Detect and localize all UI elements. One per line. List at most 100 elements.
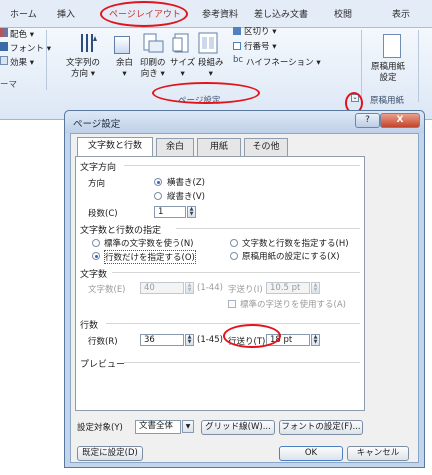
hyphenation-button[interactable]: ハイフネーション ▾ <box>246 56 321 68</box>
chars-and-lines-label: 文字数と行数を指定する(H) <box>242 239 349 249</box>
dialog-body: 文字数と行数 余白 用紙 その他 文字方向 方向 横書き(Z) 縦書き(V) 段… <box>70 133 419 463</box>
breaks-button[interactable]: 区切り ▾ <box>244 25 276 37</box>
line-pitch-highlight <box>223 324 281 348</box>
effects-icon <box>0 56 8 65</box>
char-count-input[interactable]: 40 <box>140 282 184 294</box>
columns-label: 段数(C) <box>88 209 118 219</box>
manuscript-settings-button[interactable]: 原稿用紙 設定 <box>371 62 405 84</box>
manuscript-icon <box>383 34 401 58</box>
line-count-spinner[interactable]: ▲ ▼ <box>185 334 194 346</box>
grid-lines-button[interactable]: グリッド線(W)... <box>201 420 275 435</box>
tab-chars-and-lines[interactable]: 文字数と行数 <box>77 137 153 156</box>
dialog-title-bar[interactable]: ページ設定 ? X <box>65 111 424 133</box>
help-button[interactable]: ? <box>355 113 380 128</box>
manuscript-label: 原稿用紙の設定にする(X) <box>242 252 340 262</box>
group-separator <box>418 30 419 102</box>
standard-pitch-checkbox[interactable] <box>228 300 236 308</box>
orientation-icon <box>142 32 164 54</box>
chars-and-lines-radio[interactable] <box>230 239 238 247</box>
horizontal-radio[interactable] <box>154 178 162 186</box>
apply-to-label: 設定対象(Y) <box>77 423 123 433</box>
standard-pitch-label: 標準の字送りを使用する(A) <box>240 300 346 310</box>
tab-other[interactable]: その他 <box>244 138 288 156</box>
ribbon-tab-bar: ホーム 挿入 ページレイアウト 参考資料 差し込み文書 校閲 表示 <box>0 0 432 28</box>
divider <box>124 165 360 166</box>
chars-group-label: 文字数 <box>80 270 108 280</box>
tab-insert[interactable]: 挿入 <box>57 7 75 20</box>
orientation-button[interactable]: 印刷の 向き ▾ <box>140 58 166 80</box>
char-pitch-label: 字送り(I) <box>228 285 263 295</box>
apply-to-dropdown-icon[interactable]: ▼ <box>182 420 194 433</box>
lines-only-radio[interactable] <box>92 252 100 260</box>
preview-area <box>86 371 362 405</box>
char-count-range: (1-44) <box>197 283 223 293</box>
group-separator <box>46 30 47 90</box>
apply-to-select[interactable]: 文書全体 <box>135 420 181 434</box>
horizontal-label: 横書き(Z) <box>167 178 205 188</box>
breaks-icon <box>233 27 241 35</box>
font-settings-button[interactable]: フォントの設定(F)... <box>279 420 363 435</box>
char-count-label: 文字数(E) <box>88 285 126 295</box>
line-numbers-button[interactable]: 行番号 ▾ <box>244 40 276 52</box>
line-count-range: (1-45) <box>197 335 223 345</box>
manuscript-group-label: 原稿用紙 <box>370 96 405 106</box>
vertical-radio[interactable] <box>154 192 162 200</box>
char-count-spinner[interactable]: ▲ ▼ <box>185 282 194 294</box>
text-direction-group-label: 文字方向 <box>80 163 117 173</box>
char-line-spec-group-label: 文字数と行数の指定 <box>80 226 162 236</box>
cancel-button[interactable]: キャンセル <box>347 446 409 461</box>
fonts-icon <box>0 42 8 51</box>
divider <box>176 228 360 229</box>
columns-button[interactable]: 段組み ▾ <box>198 58 224 80</box>
divider <box>106 323 360 324</box>
line-count-label: 行数(R) <box>88 337 118 347</box>
columns-spinner[interactable]: ▲ ▼ <box>187 206 196 218</box>
tab-home[interactable]: ホーム <box>10 7 37 20</box>
direction-label: 方向 <box>88 179 106 189</box>
page-setup-dialog: ページ設定 ? X 文字数と行数 余白 用紙 その他 文字方向 方向 横書き(Z… <box>64 110 425 468</box>
lines-only-label: 行数だけを指定する(O) <box>104 250 196 264</box>
fonts-button[interactable]: フォント ▾ <box>10 42 51 54</box>
margins-icon <box>114 36 130 54</box>
char-pitch-spinner[interactable]: ▲ ▼ <box>311 282 320 294</box>
colors-button[interactable]: 配色 ▾ <box>10 28 34 40</box>
ribbon: 配色 ▾ フォント ▾ 効果 ▾ ーマ 文字列の 方向 ▾ 余白 ▾ 印刷の 向… <box>0 25 432 120</box>
page-setup-group-highlight <box>152 82 260 104</box>
effects-button[interactable]: 効果 ▾ <box>10 56 34 68</box>
manuscript-radio[interactable] <box>230 252 238 260</box>
columns-input[interactable]: 1 <box>154 206 186 218</box>
line-pitch-spinner[interactable]: ▲ ▼ <box>311 334 320 346</box>
ok-button[interactable]: OK <box>279 446 343 461</box>
standard-chars-radio[interactable] <box>92 239 100 247</box>
size-button[interactable]: サイズ ▾ <box>170 58 195 80</box>
columns-icon <box>198 32 218 54</box>
char-pitch-input[interactable]: 10.5 pt <box>266 282 310 294</box>
text-direction-button[interactable]: 文字列の 方向 ▾ <box>66 58 100 80</box>
dialog-title: ページ設定 <box>73 119 121 130</box>
text-direction-icon <box>78 32 98 54</box>
close-button[interactable]: X <box>380 113 420 128</box>
tab-review[interactable]: 校閲 <box>334 7 352 20</box>
tab-mailings[interactable]: 差し込み文書 <box>254 7 308 20</box>
tab-paper[interactable]: 用紙 <box>197 138 241 156</box>
preview-group-label: プレビュー <box>80 360 126 370</box>
tab-margins[interactable]: 余白 <box>156 138 194 156</box>
hyphenation-icon: bc <box>233 55 244 65</box>
group-separator <box>361 30 362 102</box>
tab-view[interactable]: 表示 <box>392 7 410 20</box>
size-icon <box>172 32 190 54</box>
line-count-input[interactable]: 36 <box>140 334 184 346</box>
line-numbers-icon <box>233 42 241 50</box>
lines-group-label: 行数 <box>80 321 99 331</box>
colors-icon <box>0 28 8 37</box>
set-as-default-button[interactable]: 既定に設定(D) <box>77 446 143 461</box>
standard-chars-label: 標準の文字数を使う(N) <box>104 239 194 249</box>
margins-button[interactable]: 余白 ▾ <box>116 58 133 80</box>
document-area <box>0 120 64 475</box>
themes-group-label: ーマ <box>0 80 18 90</box>
divider <box>112 272 360 273</box>
tab-references[interactable]: 参考資料 <box>202 7 238 20</box>
divider <box>124 362 360 363</box>
page-layout-tab-highlight <box>100 1 188 27</box>
vertical-label: 縦書き(V) <box>167 192 205 202</box>
